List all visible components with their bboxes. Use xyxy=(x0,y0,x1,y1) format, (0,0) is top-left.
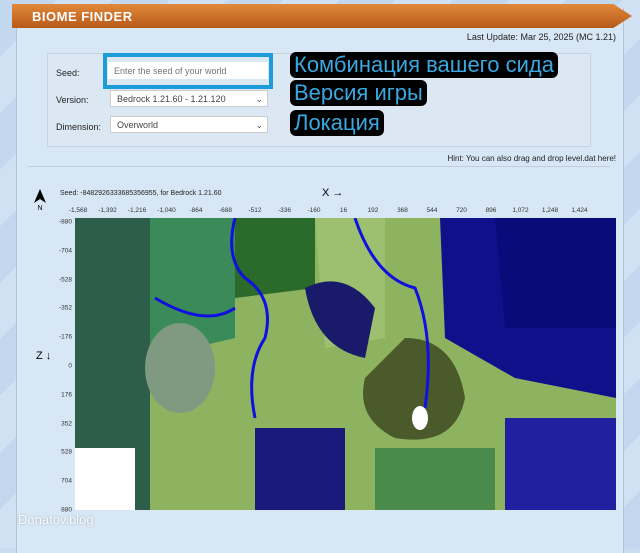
x-tick: -688 xyxy=(218,207,233,214)
version-select[interactable]: Bedrock 1.21.60 - 1.21.120 ⌄ xyxy=(110,90,268,107)
x-tick: -864 xyxy=(189,207,203,214)
z-tick: -880 xyxy=(58,218,72,226)
version-label: Version: xyxy=(56,95,89,105)
biome-mountain xyxy=(145,323,215,413)
biome-dark-forest xyxy=(235,218,315,298)
hint-text: Hint: You can also drag and drop level.d… xyxy=(447,154,616,163)
app-title: BIOME FINDER xyxy=(32,9,133,24)
chevron-down-icon: ⌄ xyxy=(255,120,263,130)
z-tick: 176 xyxy=(61,391,72,399)
dimension-select[interactable]: Overworld ⌄ xyxy=(110,116,268,133)
biome-lake xyxy=(255,428,345,510)
annotation-seed: Комбинация вашего сида xyxy=(290,52,558,78)
x-tick: 1,424 xyxy=(571,207,588,214)
z-tick: 528 xyxy=(61,448,72,456)
seed-info: Seed: -8482926333685356955, for Bedrock … xyxy=(60,190,222,197)
north-label: N xyxy=(37,205,43,212)
biome-peak xyxy=(412,406,428,430)
x-tick: -1,568 xyxy=(68,207,88,214)
dimension-label: Dimension: xyxy=(56,122,102,132)
x-tick: -160 xyxy=(307,207,321,214)
x-tick: 192 xyxy=(367,207,379,214)
x-tick: -1,392 xyxy=(98,207,117,214)
last-update: Last Update: Mar 25, 2025 (MC 1.21) xyxy=(466,32,616,42)
x-tick: -1,216 xyxy=(127,207,147,214)
version-value: Bedrock 1.21.60 - 1.21.120 xyxy=(117,94,226,104)
biome-snow xyxy=(75,448,135,510)
annotation-version: Версия игры xyxy=(290,80,427,106)
z-tick: 704 xyxy=(61,477,72,485)
divider xyxy=(28,166,610,167)
x-axis-label: X → xyxy=(322,187,344,199)
z-tick: -176 xyxy=(58,333,72,341)
x-tick: -336 xyxy=(277,207,292,214)
watermark: Donatov.blog xyxy=(18,512,94,527)
x-tick: 1,072 xyxy=(512,207,529,214)
seed-label: Seed: xyxy=(56,68,80,78)
x-tick: -1,040 xyxy=(157,207,176,214)
x-tick: 896 xyxy=(485,207,497,214)
biome-deep-ocean-2 xyxy=(495,218,616,328)
biome-map[interactable] xyxy=(75,218,616,510)
z-tick: 352 xyxy=(61,420,72,428)
biome-ocean-3 xyxy=(505,418,616,510)
seed-highlight xyxy=(103,53,273,89)
x-tick: 1,248 xyxy=(541,207,559,214)
z-tick: -704 xyxy=(58,247,72,255)
title-bar: BIOME FINDER xyxy=(12,4,632,28)
z-axis-label: Z ↓ xyxy=(36,350,52,362)
chevron-down-icon: ⌄ xyxy=(255,94,263,104)
z-tick: 0 xyxy=(68,362,72,370)
x-tick: 368 xyxy=(397,207,408,214)
annotation-location: Локация xyxy=(290,110,384,136)
x-tick: -512 xyxy=(248,207,262,214)
x-tick: 16 xyxy=(339,207,348,214)
x-tick: 720 xyxy=(456,207,467,214)
biome-jungle xyxy=(375,448,495,510)
north-arrow-icon xyxy=(34,189,46,203)
x-tick: 544 xyxy=(426,207,438,214)
north-arrow: N xyxy=(34,189,46,212)
z-tick: -352 xyxy=(58,304,72,312)
dimension-value: Overworld xyxy=(117,120,159,130)
z-tick: -528 xyxy=(58,276,72,284)
